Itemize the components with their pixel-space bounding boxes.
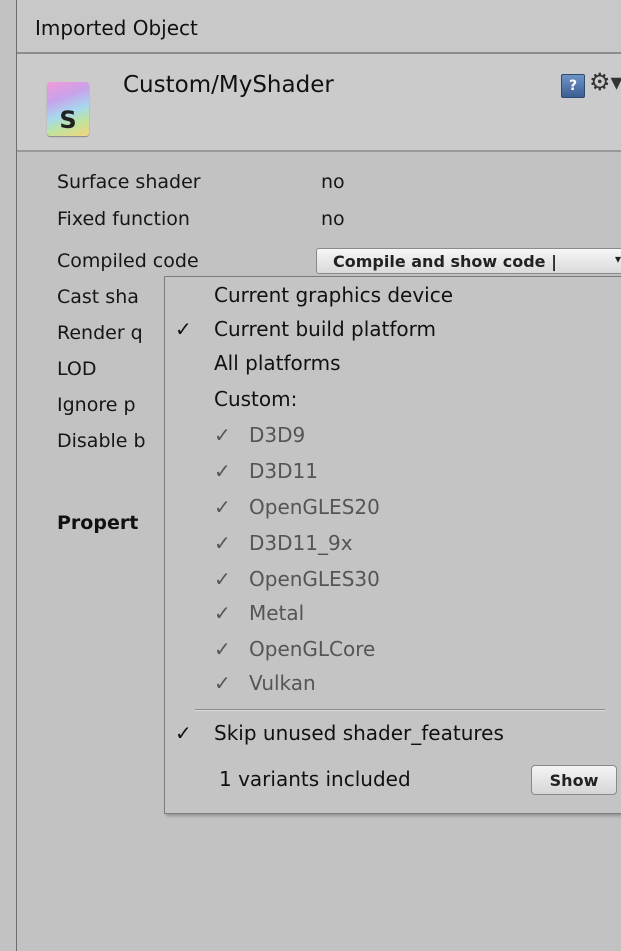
menu-item-platform-opengles20: ✓ OpenGLES20 [165,491,621,525]
compile-options-menu: Current graphics device ✓ Current build … [164,276,621,814]
menu-item-current-graphics-device[interactable]: Current graphics device [165,279,621,313]
shader-name: Custom/MyShader [123,72,334,98]
check-icon: ✓ [214,495,231,519]
title-bar: Imported Object [17,0,621,54]
menu-item-label: Metal [249,601,305,625]
menu-item-label: D3D11_9x [249,531,353,555]
check-icon: ✓ [175,721,192,745]
check-icon: ✓ [214,423,231,447]
menu-item-platform-vulkan: ✓ Vulkan [165,667,621,701]
chevron-down-icon: ▾ [614,252,621,266]
variants-included-text: 1 variants included [219,767,411,791]
menu-item-label: Custom: [214,387,298,411]
menu-item-label: OpenGLES30 [249,567,380,591]
menu-item-label: OpenGLES20 [249,495,380,519]
menu-item-platform-opengles30: ✓ OpenGLES30 [165,563,621,597]
check-icon: ✓ [214,531,231,555]
menu-item-label: Current build platform [214,317,436,341]
menu-item-label: OpenGLCore [249,637,376,661]
asset-header: S Custom/MyShader ? ⚙▾ [17,54,621,152]
ignore-projector-label: Ignore p [57,394,136,416]
surface-shader-label: Surface shader [57,171,201,193]
menu-item-label: Vulkan [249,671,316,695]
cast-shadows-label: Cast sha [57,286,139,308]
properties-heading: Propert [57,512,139,534]
menu-item-platform-d3d11-9x: ✓ D3D11_9x [165,527,621,561]
menu-item-label: All platforms [214,351,341,375]
render-queue-label: Render q [57,322,143,344]
compiled-code-label: Compiled code [57,250,199,272]
menu-item-platform-d3d11: ✓ D3D11 [165,455,621,489]
shader-file-icon: S [47,82,89,136]
menu-item-skip-unused-shader-features[interactable]: ✓ Skip unused shader_features [165,717,621,751]
menu-item-current-build-platform[interactable]: ✓ Current build platform [165,313,621,347]
fixed-function-label: Fixed function [57,208,190,230]
compile-show-code-dropdown[interactable]: Compile and show code | ▾ [316,248,621,274]
shader-icon-letter: S [59,106,77,134]
menu-item-platform-openglcore: ✓ OpenGLCore [165,633,621,667]
check-icon: ✓ [214,601,231,625]
show-variants-button[interactable]: Show [531,765,617,795]
menu-item-label: Current graphics device [214,283,454,307]
menu-item-platform-d3d9: ✓ D3D9 [165,419,621,453]
fixed-function-value: no [321,208,345,230]
check-icon: ✓ [214,567,231,591]
menu-item-label: D3D9 [249,423,306,447]
menu-item-platform-metal: ✓ Metal [165,597,621,631]
window-title: Imported Object [35,16,198,40]
surface-shader-value: no [321,171,345,193]
lod-label: LOD [57,358,97,380]
menu-item-label: Skip unused shader_features [214,721,504,745]
check-icon: ✓ [214,671,231,695]
help-book-icon[interactable]: ? [561,74,585,98]
menu-item-label: D3D11 [249,459,318,483]
compile-show-code-label: Compile and show code | [333,252,557,271]
inspector-window: Imported Object S Custom/MyShader ? ⚙▾ S… [16,0,621,951]
menu-item-custom[interactable]: Custom: [165,383,621,417]
check-icon: ✓ [175,317,192,341]
disable-batching-label: Disable b [57,430,146,452]
check-icon: ✓ [214,637,231,661]
menu-separator [195,709,605,711]
gear-icon[interactable]: ⚙▾ [589,68,621,96]
menu-item-all-platforms[interactable]: All platforms [165,347,621,381]
check-icon: ✓ [214,459,231,483]
